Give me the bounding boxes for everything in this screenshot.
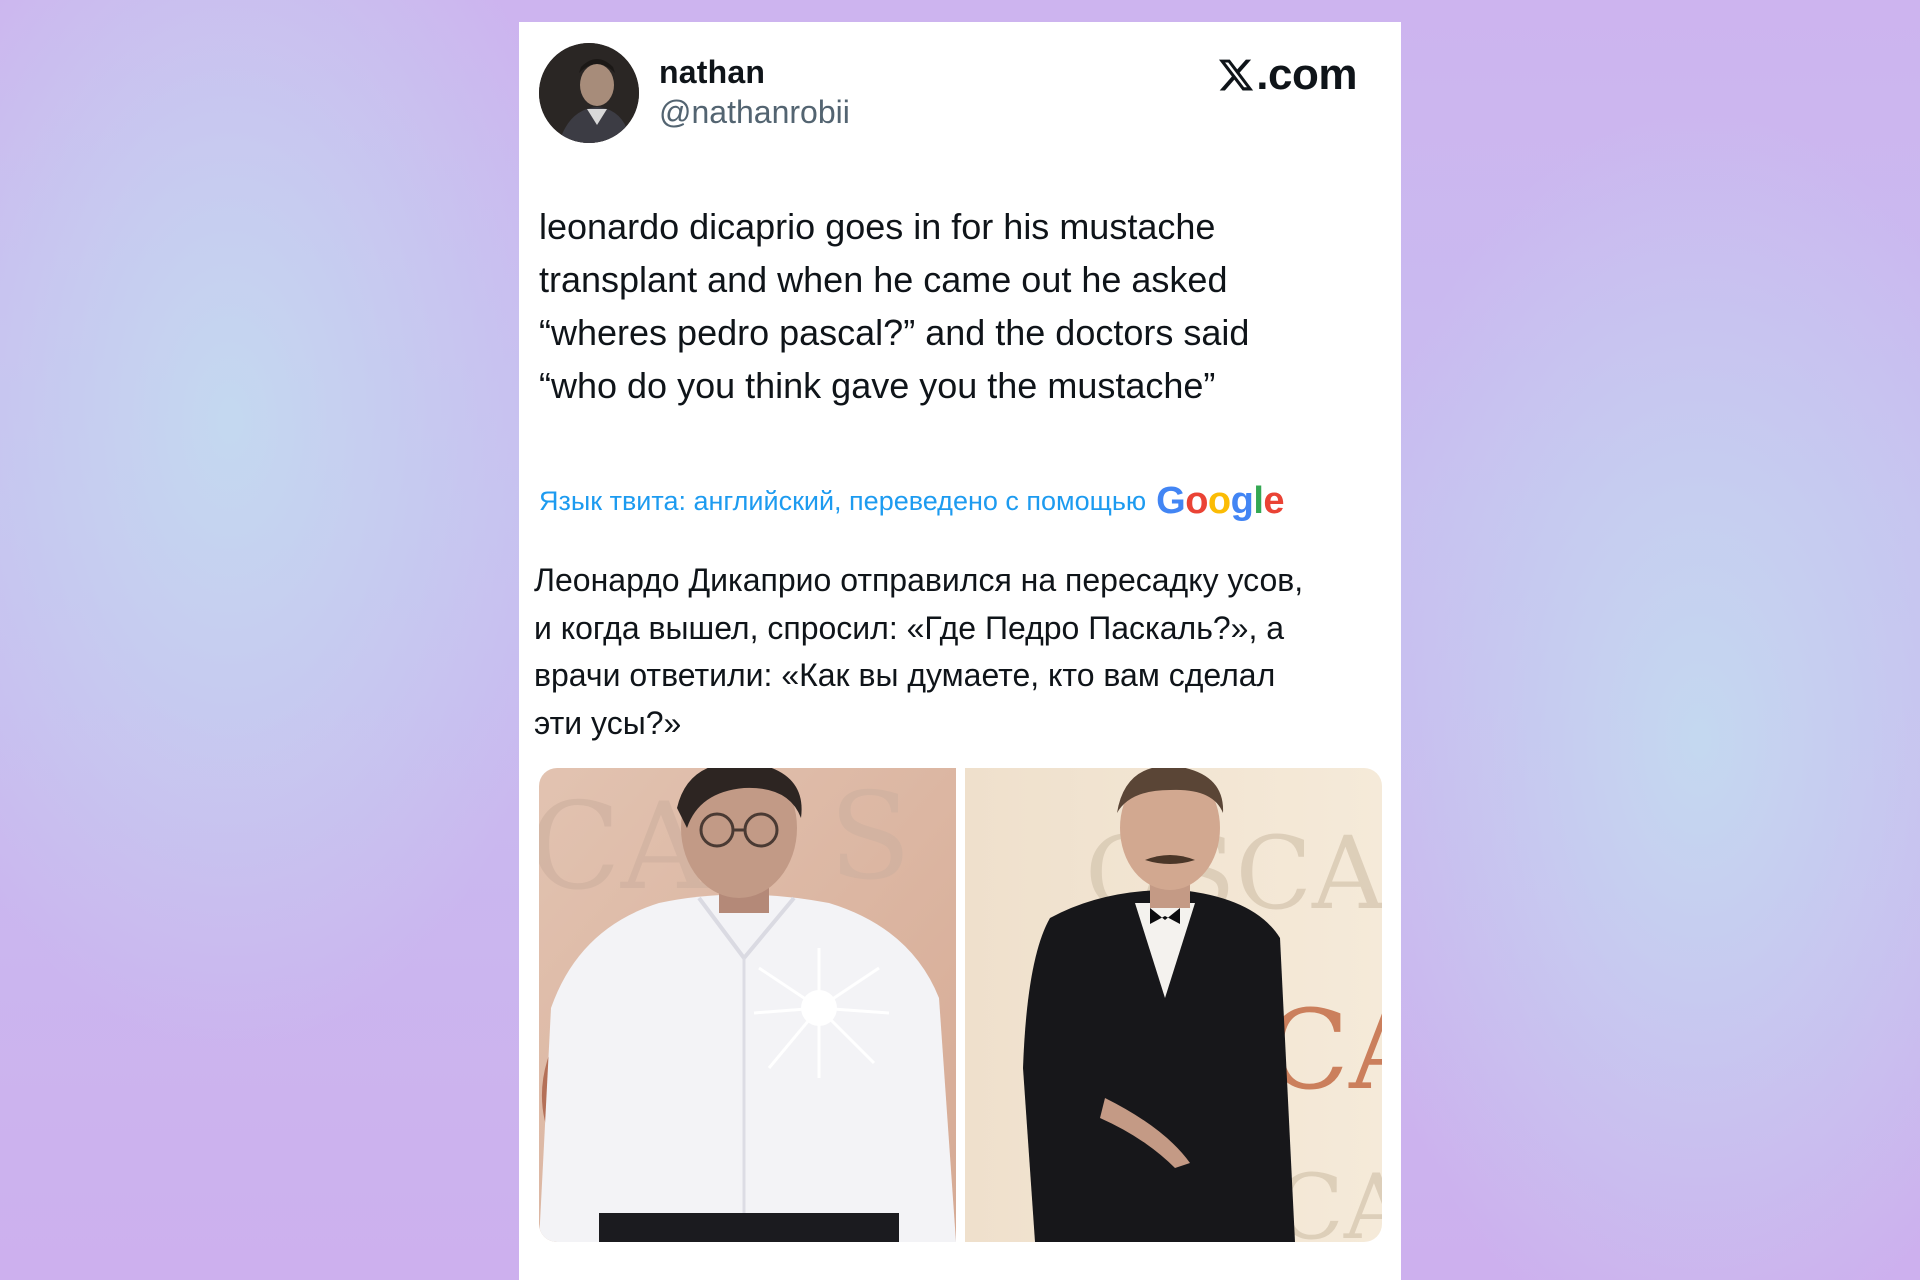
user-handle[interactable]: @nathanrobii [659,94,850,131]
x-logo-icon [1219,59,1254,91]
photo-left[interactable]: CA S [539,768,956,1242]
tweet-card: nathan @nathanrobii .com leonardo dicapr… [519,22,1401,1280]
translated-text: Леонардо Дикаприо отправился на пересадк… [534,562,1304,741]
brand-domain: .com [1256,50,1357,99]
avatar[interactable] [539,43,639,143]
photo-right[interactable]: OSCA CA CA [965,768,1382,1242]
display-name[interactable]: nathan [659,54,765,91]
photo-black-tuxedo: OSCA CA CA [965,768,1382,1242]
translation-note[interactable]: Язык твита: английский, переведено с пом… [539,480,1285,523]
x-brand: .com [1217,50,1357,100]
translation-note-text: Язык твита: английский, переведено с пом… [539,486,1147,516]
photo-white-shirt: CA S [539,768,956,1242]
tweet-text: leonardo dicaprio goes in for his mustac… [539,206,1250,406]
avatar-photo [539,43,639,143]
media-grid: CA S OSCA C CA [539,768,1382,1242]
svg-text:S: S [829,768,911,907]
google-logo: Google [1156,480,1285,522]
